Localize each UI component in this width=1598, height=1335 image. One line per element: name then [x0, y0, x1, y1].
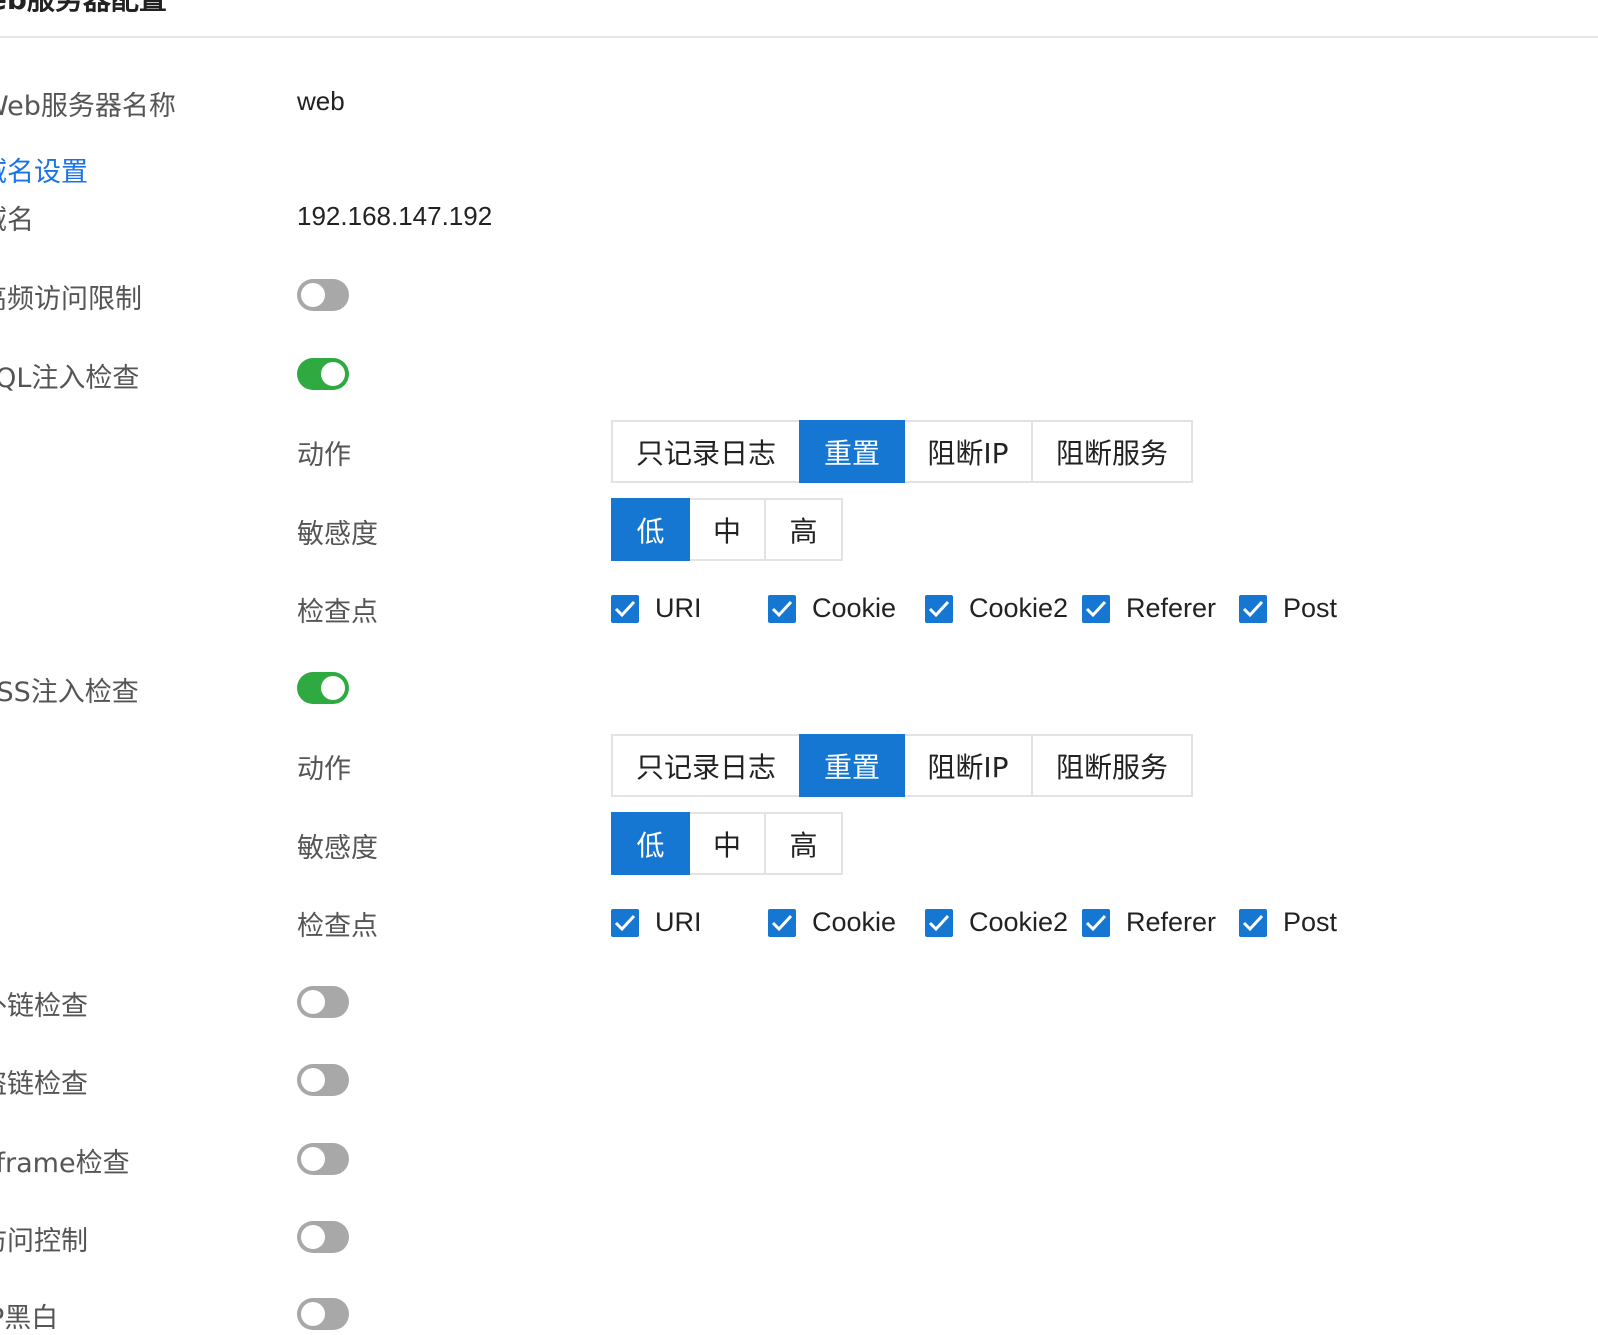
rate-limit-label: 高频访问限制: [0, 284, 142, 315]
xss-cp-post-checkbox[interactable]: [1239, 909, 1267, 937]
toggle-knob: [301, 1068, 325, 1092]
check-icon: [771, 600, 793, 618]
sql-injection-label: SQL注入检查: [0, 363, 140, 394]
toggle-knob: [301, 1147, 325, 1171]
sql-cp-cookie2-checkbox[interactable]: [925, 595, 953, 623]
sql-cp-cookie-checkbox[interactable]: [768, 595, 796, 623]
check-icon: [928, 914, 950, 932]
xss-checkpoints: URI Cookie Cookie2 Referer Post: [0, 907, 1598, 939]
title-divider: [0, 36, 1598, 38]
access-control-label: 访问控制: [0, 1226, 88, 1257]
xss-sensitivity-medium[interactable]: 中: [688, 812, 766, 875]
sql-cp-post-checkbox[interactable]: [1239, 595, 1267, 623]
toggle-knob: [301, 990, 325, 1014]
domain-settings-link[interactable]: 域名设置: [0, 150, 88, 189]
sql-sensitivity-low[interactable]: 低: [611, 498, 690, 561]
domain-value: 192.168.147.192: [297, 201, 493, 231]
xss-action-block-service[interactable]: 阻断服务: [1031, 734, 1193, 797]
sql-sensitivity-group: 低 中 高: [611, 498, 843, 561]
access-control-toggle[interactable]: [297, 1221, 349, 1253]
sql-cp-uri-label: URI: [655, 593, 702, 623]
xss-action-group: 只记录日志 重置 阻断IP 阻断服务: [611, 734, 1193, 797]
sql-action-log-only[interactable]: 只记录日志: [611, 420, 801, 483]
xss-cp-cookie2-checkbox[interactable]: [925, 909, 953, 937]
sql-cp-referer-label: Referer: [1126, 593, 1217, 623]
sql-action-group: 只记录日志 重置 阻断IP 阻断服务: [611, 420, 1193, 483]
xss-cp-referer-checkbox[interactable]: [1082, 909, 1110, 937]
sql-sensitivity-label: 敏感度: [297, 519, 378, 550]
sql-sensitivity-medium[interactable]: 中: [688, 498, 766, 561]
xss-cp-uri-label: URI: [655, 907, 702, 937]
hotlink-toggle[interactable]: [297, 1064, 349, 1096]
xss-injection-label: XSS注入检查: [0, 677, 139, 708]
last-row-label: IP黑白: [0, 1303, 59, 1334]
check-icon: [1085, 600, 1107, 618]
check-icon: [1242, 600, 1264, 618]
xss-cp-referer-label: Referer: [1126, 907, 1217, 937]
xss-injection-toggle[interactable]: [297, 672, 349, 704]
sql-cp-referer-checkbox[interactable]: [1082, 595, 1110, 623]
xss-cp-uri-checkbox[interactable]: [611, 909, 639, 937]
check-icon: [614, 914, 636, 932]
sql-cp-cookie2-label: Cookie2: [969, 593, 1069, 623]
sql-cp-cookie-label: Cookie: [812, 593, 897, 623]
toggle-knob: [301, 1225, 325, 1249]
toggle-knob: [321, 676, 345, 700]
sql-action-reset[interactable]: 重置: [799, 420, 905, 483]
toggle-knob: [321, 362, 345, 386]
sql-cp-uri-checkbox[interactable]: [611, 595, 639, 623]
domain-label: 域名: [0, 205, 34, 236]
hotlink-label: 盗链检查: [0, 1069, 88, 1100]
xss-cp-cookie2-label: Cookie2: [969, 907, 1069, 937]
xss-cp-cookie-checkbox[interactable]: [768, 909, 796, 937]
xss-cp-cookie-label: Cookie: [812, 907, 897, 937]
iframe-toggle[interactable]: [297, 1143, 349, 1175]
check-icon: [1242, 914, 1264, 932]
sql-checkpoints: URI Cookie Cookie2 Referer Post: [0, 593, 1598, 625]
check-icon: [928, 600, 950, 618]
last-row-toggle[interactable]: [297, 1298, 349, 1330]
rate-limit-toggle[interactable]: [297, 279, 349, 311]
xss-sensitivity-low[interactable]: 低: [611, 812, 690, 875]
xss-action-block-ip[interactable]: 阻断IP: [903, 734, 1033, 797]
server-name-value: web: [297, 86, 345, 116]
sql-cp-post-label: Post: [1283, 593, 1338, 623]
outlink-label: 外链检查: [0, 991, 88, 1022]
sql-action-block-ip[interactable]: 阻断IP: [903, 420, 1033, 483]
check-icon: [1085, 914, 1107, 932]
outlink-toggle[interactable]: [297, 986, 349, 1018]
xss-cp-post-label: Post: [1283, 907, 1338, 937]
sql-action-block-service[interactable]: 阻断服务: [1031, 420, 1193, 483]
toggle-knob: [301, 283, 325, 307]
page-title: Web服务器配置: [0, 0, 167, 18]
check-icon: [614, 600, 636, 618]
check-icon: [771, 914, 793, 932]
xss-sensitivity-label: 敏感度: [297, 833, 378, 864]
iframe-label: iframe检查: [0, 1148, 130, 1179]
xss-action-reset[interactable]: 重置: [799, 734, 905, 797]
sql-action-label: 动作: [297, 440, 351, 471]
xss-action-log-only[interactable]: 只记录日志: [611, 734, 801, 797]
toggle-knob: [301, 1302, 325, 1326]
xss-sensitivity-group: 低 中 高: [611, 812, 843, 875]
sql-sensitivity-high[interactable]: 高: [764, 498, 843, 561]
xss-sensitivity-high[interactable]: 高: [764, 812, 843, 875]
server-name-label: Web服务器名称: [0, 91, 176, 122]
sql-injection-toggle[interactable]: [297, 358, 349, 390]
xss-action-label: 动作: [297, 754, 351, 785]
